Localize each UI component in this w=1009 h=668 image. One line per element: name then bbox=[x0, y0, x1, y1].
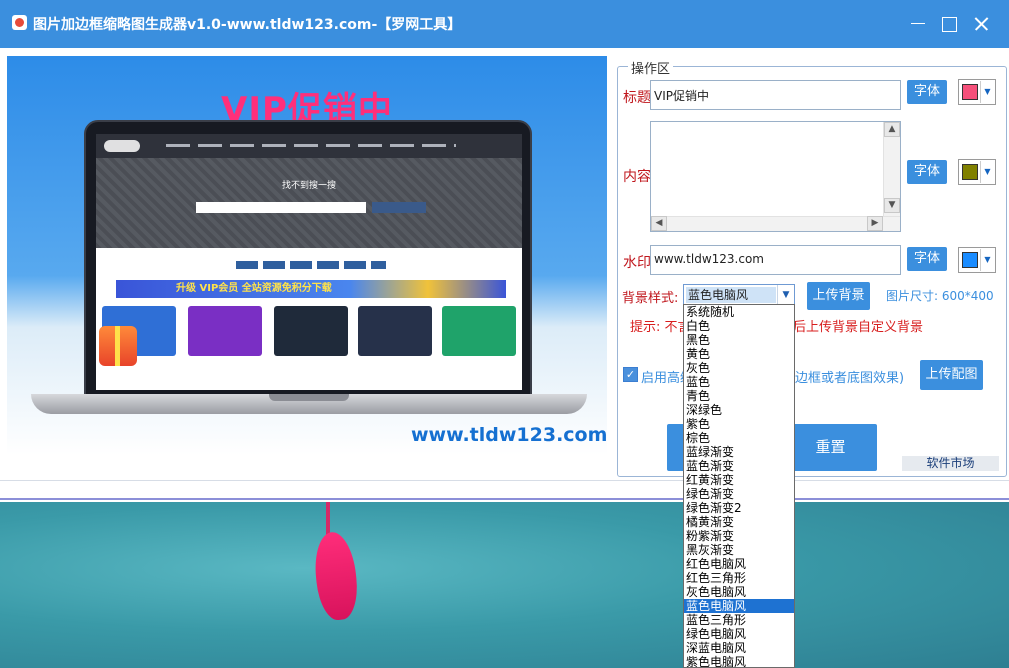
site-hero: 找不到搜一搜 bbox=[96, 158, 522, 248]
content-font-button[interactable]: 字体 bbox=[907, 160, 947, 184]
scroll-up-icon[interactable]: ▲ bbox=[884, 122, 900, 137]
dropdown-option[interactable]: 系统随机 bbox=[684, 305, 794, 319]
hero-search-button bbox=[372, 202, 426, 213]
dropdown-option[interactable]: 青色 bbox=[684, 389, 794, 403]
advanced-checkbox-label-tail: 边框或者底图效果) bbox=[795, 371, 905, 386]
dropdown-option[interactable]: 红黄渐变 bbox=[684, 473, 794, 487]
background-style-select[interactable]: 蓝色电脑风 ▼ bbox=[683, 284, 795, 306]
hero-text: 找不到搜一搜 bbox=[281, 181, 336, 191]
laptop-screen: 找不到搜一搜 升级 VIP会员 全站资源免积分下载 bbox=[96, 134, 522, 390]
hint-text: 提示: 不言 bbox=[630, 320, 691, 335]
scroll-right-icon[interactable]: ▶ bbox=[867, 216, 883, 231]
dropdown-option[interactable]: 深绿色 bbox=[684, 403, 794, 417]
laptop-notch bbox=[269, 394, 349, 401]
content-color-swatch bbox=[962, 164, 978, 180]
watermark-color-swatch bbox=[962, 252, 978, 268]
operation-panel-legend: 操作区 bbox=[628, 58, 674, 77]
dropdown-option[interactable]: 绿色渐变2 bbox=[684, 501, 794, 515]
site-card bbox=[442, 306, 516, 356]
preview-image: VIP促销中 找不到搜一搜 升级 VIP会员 全站资源免积分下载 www.tld… bbox=[7, 56, 607, 455]
dropdown-option[interactable]: 紫色电脑风 bbox=[684, 655, 794, 667]
dropdown-option[interactable]: 红色三角形 bbox=[684, 571, 794, 585]
upload-background-button[interactable]: 上传背景 bbox=[807, 282, 870, 310]
chevron-down-icon: ▼ bbox=[980, 249, 994, 271]
title-label: 标题 bbox=[623, 90, 651, 106]
watermark-label: 水印 bbox=[623, 255, 651, 271]
site-nav bbox=[96, 134, 522, 158]
laptop-illustration: 找不到搜一搜 升级 VIP会员 全站资源免积分下载 bbox=[84, 120, 532, 398]
site-logo bbox=[104, 140, 140, 152]
dropdown-option[interactable]: 绿色渐变 bbox=[684, 487, 794, 501]
hero-search-box bbox=[196, 202, 366, 213]
site-card bbox=[358, 306, 432, 356]
watermark-color-picker[interactable]: ▼ bbox=[958, 247, 996, 273]
scroll-down-icon[interactable]: ▼ bbox=[884, 198, 900, 213]
dropdown-option[interactable]: 绿色电脑风 bbox=[684, 627, 794, 641]
preview-watermark: www.tldw123.com bbox=[411, 424, 607, 446]
reset-button[interactable]: 重置 bbox=[784, 424, 877, 471]
watermark-input[interactable]: www.tldw123.com bbox=[650, 245, 901, 275]
dropdown-option[interactable]: 黄色 bbox=[684, 347, 794, 361]
dropdown-option[interactable]: 棕色 bbox=[684, 431, 794, 445]
site-cards bbox=[96, 306, 522, 356]
content-textarea[interactable]: ▲ ▼ ◀ ▶ bbox=[650, 121, 901, 232]
dropdown-option[interactable]: 蓝色三角形 bbox=[684, 613, 794, 627]
app-icon bbox=[12, 15, 27, 30]
dropdown-option[interactable]: 灰色电脑风 bbox=[684, 585, 794, 599]
watermark-font-button[interactable]: 字体 bbox=[907, 247, 947, 271]
flower bbox=[311, 530, 361, 622]
upload-decoration-button[interactable]: 上传配图 bbox=[920, 360, 983, 390]
window-title: 图片加边框缩略图生成器v1.0-www.tldw123.com-【罗网工具】 bbox=[33, 17, 462, 33]
dropdown-option[interactable]: 黑灰渐变 bbox=[684, 543, 794, 557]
advanced-checkbox[interactable]: ✓ bbox=[623, 367, 638, 382]
dropdown-option[interactable]: 红色电脑风 bbox=[684, 557, 794, 571]
chevron-down-icon: ▼ bbox=[980, 81, 994, 103]
title-color-picker[interactable]: ▼ bbox=[958, 79, 996, 105]
content-vertical-scrollbar[interactable] bbox=[883, 122, 900, 231]
dropdown-option[interactable]: 灰色 bbox=[684, 361, 794, 375]
close-button[interactable] bbox=[969, 12, 993, 36]
image-size-label: 图片尺寸: 600*400 bbox=[886, 289, 994, 303]
dropdown-option[interactable]: 白色 bbox=[684, 319, 794, 333]
dropdown-option[interactable]: 蓝绿渐变 bbox=[684, 445, 794, 459]
background-style-dropdown[interactable]: 系统随机 白色 黑色 黄色 灰色 蓝色 青色 深绿色 紫色 棕色 蓝绿渐变 蓝色渐变 红黄渐变 绿色渐变绿… bbox=[683, 304, 795, 668]
title-input[interactable]: VIP促销中 bbox=[650, 80, 901, 110]
maximize-button[interactable] bbox=[937, 12, 961, 36]
dropdown-option[interactable]: 粉紫渐变 bbox=[684, 529, 794, 543]
dropdown-option[interactable]: 黑色 bbox=[684, 333, 794, 347]
dropdown-option[interactable]: 深蓝电脑风 bbox=[684, 641, 794, 655]
chevron-down-icon[interactable]: ▼ bbox=[777, 285, 794, 305]
gift-icon bbox=[99, 326, 137, 366]
background-style-value: 蓝色电脑风 bbox=[686, 287, 776, 303]
minimize-button[interactable] bbox=[906, 12, 930, 36]
site-nav-links bbox=[166, 144, 456, 147]
dropdown-option[interactable]: 橘黄渐变 bbox=[684, 515, 794, 529]
site-tags bbox=[236, 261, 386, 269]
dropdown-option[interactable]: 蓝色 bbox=[684, 375, 794, 389]
background-style-label: 背景样式: bbox=[622, 291, 679, 306]
background-photo bbox=[0, 502, 1009, 668]
scroll-left-icon[interactable]: ◀ bbox=[651, 216, 667, 231]
dropdown-option[interactable]: 紫色 bbox=[684, 417, 794, 431]
dropdown-option[interactable]: 蓝色电脑风 bbox=[684, 599, 794, 613]
hint-text-tail: 后上传背景自定义背景 bbox=[793, 320, 924, 335]
content-color-picker[interactable]: ▼ bbox=[958, 159, 996, 185]
chevron-down-icon: ▼ bbox=[980, 161, 994, 183]
title-font-button[interactable]: 字体 bbox=[907, 80, 947, 104]
dropdown-option[interactable]: 蓝色渐变 bbox=[684, 459, 794, 473]
site-card bbox=[274, 306, 348, 356]
content-horizontal-scrollbar[interactable] bbox=[651, 216, 900, 231]
content-label: 内容 bbox=[623, 169, 651, 185]
site-card bbox=[188, 306, 262, 356]
software-market-link[interactable]: 软件市场 bbox=[902, 456, 999, 471]
title-color-swatch bbox=[962, 84, 978, 100]
site-banner: 升级 VIP会员 全站资源免积分下载 bbox=[116, 280, 506, 298]
title-bar: 图片加边框缩略图生成器v1.0-www.tldw123.com-【罗网工具】 bbox=[0, 0, 1009, 48]
divider bbox=[0, 480, 1009, 500]
